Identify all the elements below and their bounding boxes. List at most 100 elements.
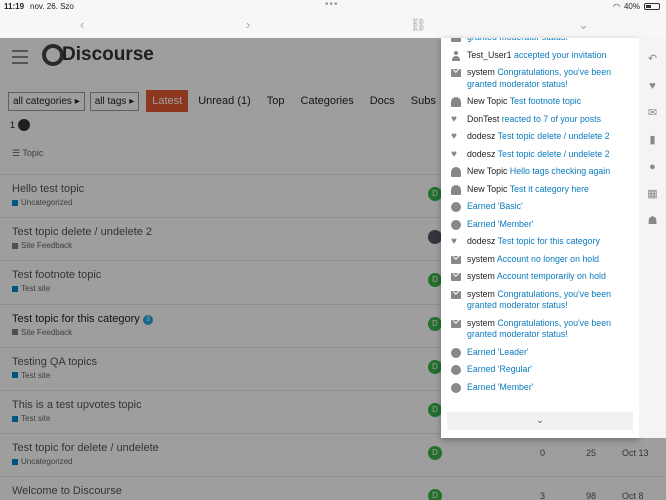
mail-icon[interactable]: ✉: [647, 108, 658, 119]
notification-text: New Topic Test footnote topic: [467, 96, 635, 108]
notification-item[interactable]: Earned 'Member': [441, 219, 639, 237]
notification-item[interactable]: Earned 'Leader': [441, 347, 639, 365]
notification-message[interactable]: accepted your invitation: [514, 50, 606, 60]
notification-message[interactable]: Test topic delete / undelete 2: [498, 149, 610, 159]
notification-text: system Congratulations, you've been gran…: [467, 289, 635, 312]
bell-icon: [451, 184, 461, 195]
notification-item[interactable]: system Congratulations, you've been gran…: [441, 289, 639, 318]
notification-actor: system: [467, 317, 498, 328]
bell-icon: [451, 167, 461, 177]
status-bar: 11:19 nov. 26. Szo ••• ◠ 40%: [0, 0, 666, 14]
notification-message[interactable]: Earned 'Leader': [467, 347, 529, 357]
notification-actor: system: [467, 253, 497, 264]
notification-message[interactable]: Hello tags checking again: [510, 166, 610, 176]
notification-item[interactable]: system Congratulations, you've been gran…: [441, 67, 639, 96]
notification-message[interactable]: Earned 'Member': [467, 382, 533, 392]
cert-icon: [451, 219, 461, 230]
notification-actor: New Topic: [467, 166, 510, 176]
notification-text: system Account temporarily on hold: [467, 271, 635, 283]
heart-icon: ♥: [451, 236, 457, 247]
grid-icon[interactable]: ▦: [647, 189, 658, 200]
notification-actor: New Topic: [467, 183, 510, 194]
notification-text: Earned 'Member': [467, 219, 635, 231]
back-arrow-icon[interactable]: ‹: [80, 17, 84, 32]
cert-icon: [451, 382, 461, 393]
notification-message[interactable]: granted moderator status!: [467, 38, 568, 42]
mail-icon: [451, 273, 461, 281]
notification-item[interactable]: ♥ DonTest reacted to 7 of your posts: [441, 114, 639, 132]
chevron-down-icon: ⌄: [535, 415, 545, 426]
notification-actor: Test_User1: [467, 49, 514, 60]
notification-item[interactable]: Earned 'Basic': [441, 201, 639, 219]
notification-text: Earned 'Regular': [467, 364, 635, 376]
notification-text: dodesz Test topic delete / undelete 2: [467, 149, 635, 161]
notification-message[interactable]: Test it category here: [510, 184, 589, 194]
notification-actor: New Topic: [467, 96, 510, 106]
notification-item[interactable]: system Congratulations, you've been gran…: [441, 318, 639, 347]
browser-toolbar: ‹ › ⛓ ⌄: [0, 14, 666, 38]
heart-icon: ♥: [451, 131, 457, 142]
user-icon[interactable]: ☗: [647, 216, 658, 227]
heart-icon: ♥: [451, 113, 457, 125]
notification-text: New Topic Hello tags checking again: [467, 166, 635, 178]
notification-item[interactable]: system Account temporarily on hold: [441, 271, 639, 289]
date: nov. 26. Szo: [30, 2, 74, 11]
notification-item[interactable]: New Topic Hello tags checking again: [441, 166, 639, 184]
multitasking-dots-icon[interactable]: •••: [325, 0, 339, 10]
user-menu-sidebar: ↶ ♥ ✉ ▮ ● ▦ ☗: [639, 38, 666, 438]
cert-icon: [451, 347, 461, 358]
notification-text: granted moderator status!: [467, 38, 635, 44]
chevron-down-icon[interactable]: ⌄: [578, 17, 589, 33]
wifi-icon: ◠: [613, 2, 620, 11]
notification-message[interactable]: Earned 'Regular': [467, 364, 532, 374]
clock: 11:19: [4, 2, 25, 11]
notification-item[interactable]: Earned 'Member': [441, 382, 639, 400]
notification-message[interactable]: Test footnote topic: [510, 96, 581, 106]
notifications-list: granted moderator status! Test_User1 acce…: [441, 38, 639, 399]
link-icon[interactable]: ⛓: [410, 17, 427, 33]
notification-text: Earned 'Leader': [467, 347, 635, 359]
notification-text: dodesz Test topic delete / undelete 2: [467, 131, 635, 143]
notification-item[interactable]: ♥ dodesz Test topic delete / undelete 2: [441, 149, 639, 167]
notification-item[interactable]: granted moderator status!: [441, 38, 639, 50]
notification-actor: dodesz: [467, 148, 498, 159]
notification-text: system Account no longer on hold: [467, 254, 635, 266]
notification-text: Earned 'Basic': [467, 201, 635, 213]
notification-text: Earned 'Member': [467, 382, 635, 394]
notification-item[interactable]: New Topic Test it category here: [441, 184, 639, 202]
battery-icon: [644, 3, 660, 10]
notification-message[interactable]: Earned 'Member': [467, 219, 533, 229]
notification-actor: system: [467, 67, 498, 77]
notification-actor: system: [467, 271, 497, 281]
notification-text: New Topic Test it category here: [467, 184, 635, 196]
chat-icon[interactable]: ●: [647, 162, 658, 173]
mail-icon: [451, 290, 461, 299]
show-more-button[interactable]: ⌄: [447, 412, 633, 430]
mail-icon: [451, 319, 461, 328]
notification-message[interactable]: Account no longer on hold: [497, 254, 599, 264]
notification-message[interactable]: Test topic delete / undelete 2: [498, 131, 610, 141]
cert-icon: [451, 365, 461, 375]
reply-icon[interactable]: ↶: [647, 54, 658, 65]
bookmark-icon[interactable]: ▮: [647, 135, 658, 146]
cert-icon: [451, 202, 461, 212]
notification-text: dodesz Test topic for this category: [467, 236, 635, 248]
forward-arrow-icon[interactable]: ›: [246, 17, 250, 32]
notification-message[interactable]: Account temporarily on hold: [497, 271, 606, 281]
notification-message[interactable]: Test topic for this category: [498, 236, 600, 246]
notification-item[interactable]: Earned 'Regular': [441, 364, 639, 382]
notification-item[interactable]: Test_User1 accepted your invitation: [441, 50, 639, 68]
bell-icon: [451, 97, 461, 107]
heart-icon[interactable]: ♥: [647, 81, 658, 92]
person-icon: [451, 50, 461, 61]
notification-message[interactable]: reacted to 7 of your posts: [502, 114, 601, 124]
notification-actor: dodesz: [467, 131, 498, 141]
notification-item[interactable]: system Account no longer on hold: [441, 254, 639, 272]
heart-icon: ♥: [451, 148, 457, 160]
notification-message[interactable]: Earned 'Basic': [467, 201, 523, 211]
notification-item[interactable]: ♥ dodesz Test topic for this category: [441, 236, 639, 254]
notification-item[interactable]: New Topic Test footnote topic: [441, 96, 639, 114]
notification-actor: dodesz: [467, 236, 498, 246]
notification-text: system Congratulations, you've been gran…: [467, 318, 635, 341]
notification-item[interactable]: ♥ dodesz Test topic delete / undelete 2: [441, 131, 639, 149]
